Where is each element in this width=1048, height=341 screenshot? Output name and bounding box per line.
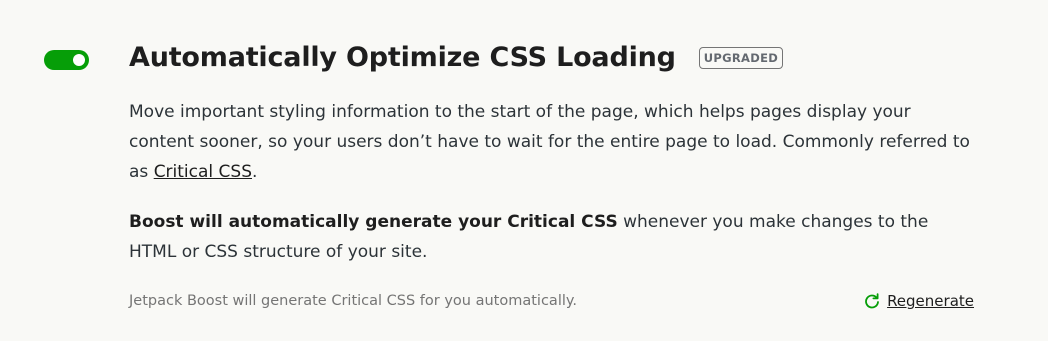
auto-generate-bold: Boost will automatically generate your C… — [129, 212, 618, 232]
critical-css-link[interactable]: Critical CSS — [154, 162, 252, 182]
module-toggle[interactable] — [44, 50, 89, 70]
auto-generate-note: Boost will automatically generate your C… — [129, 207, 979, 267]
regenerate-label: Regenerate — [887, 292, 974, 310]
upgraded-badge: UPGRADED — [698, 47, 784, 69]
title-row: Automatically Optimize CSS Loading UPGRA… — [129, 40, 784, 76]
module-title: Automatically Optimize CSS Loading — [129, 42, 676, 73]
status-footer: Jetpack Boost will generate Critical CSS… — [129, 289, 974, 313]
toggle-knob — [73, 54, 85, 66]
status-message: Jetpack Boost will generate Critical CSS… — [129, 293, 577, 309]
regenerate-button[interactable]: Regenerate — [864, 292, 974, 310]
description-end: . — [252, 162, 258, 182]
module-description: Move important styling information to th… — [129, 97, 979, 187]
refresh-icon — [865, 293, 879, 309]
